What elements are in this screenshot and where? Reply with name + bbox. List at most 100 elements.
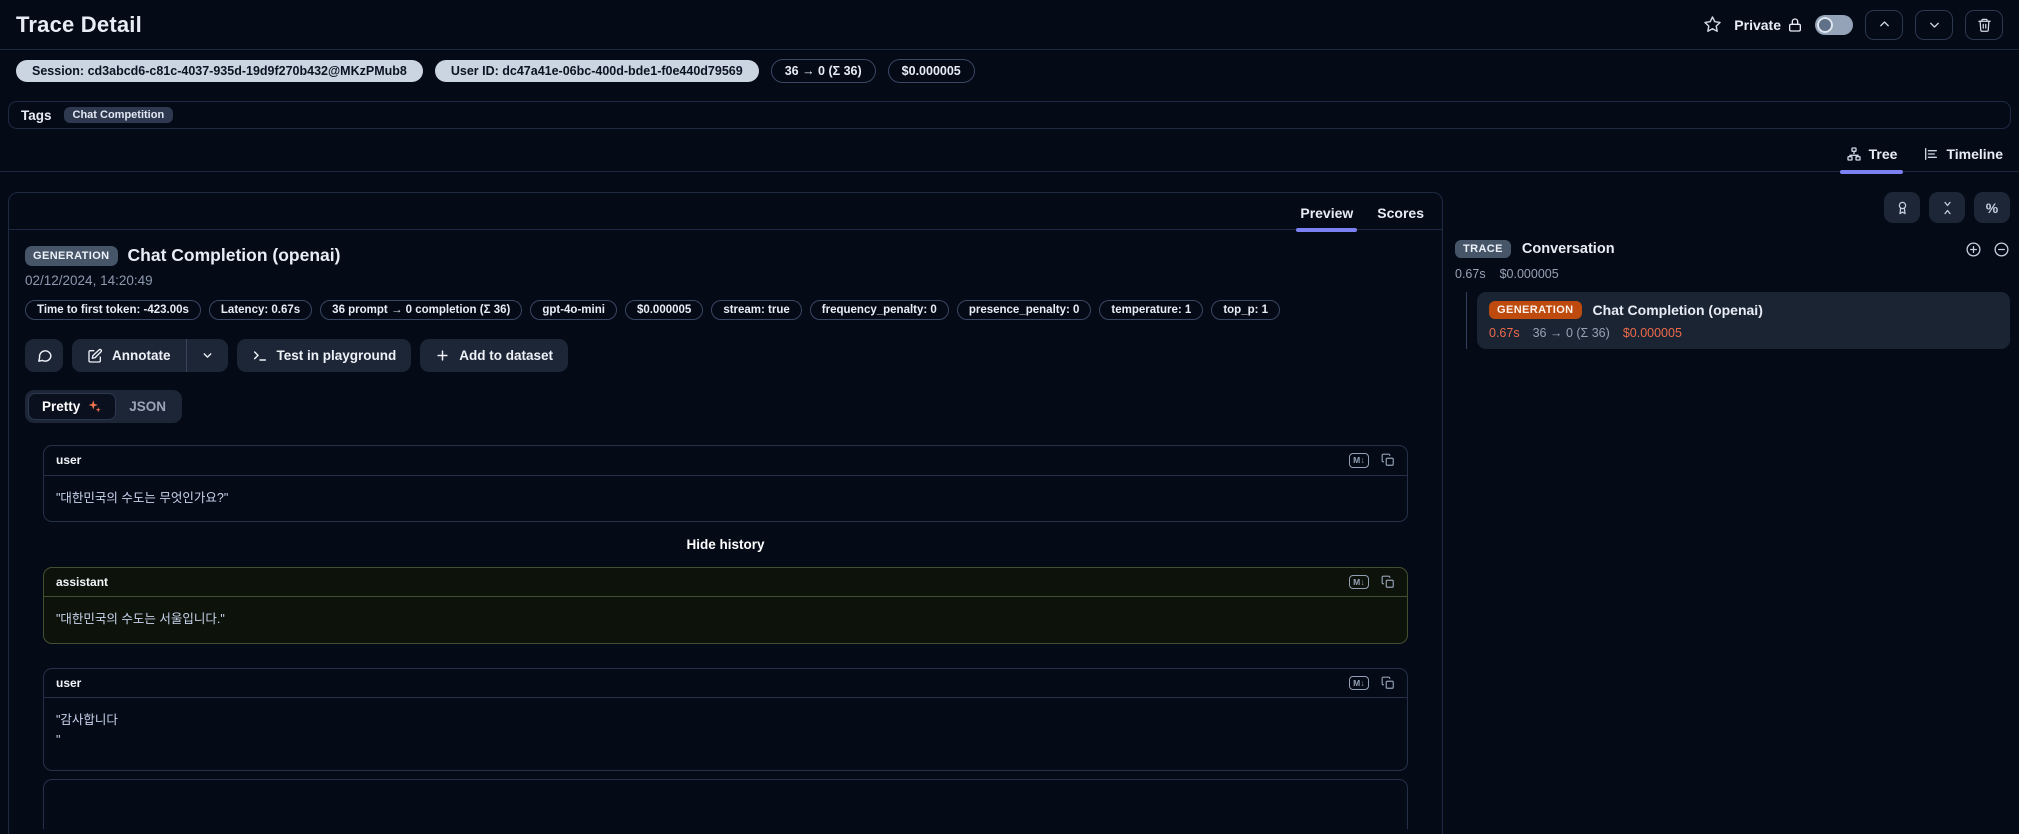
session-badge[interactable]: Session: cd3abcd6-c81c-4037-935d-19d9f27… (16, 60, 423, 82)
observation-body: GENERATION Chat Completion (openai) 02/1… (9, 230, 1442, 830)
badge-model: gpt-4o-mini (530, 300, 617, 320)
badge-frequency-penalty: frequency_penalty: 0 (809, 300, 949, 320)
token-usage-badge: 36 → 0 (Σ 36) (770, 59, 876, 83)
tag-chip[interactable]: Chat Competition (63, 107, 174, 123)
tab-tree[interactable]: Tree (1839, 146, 1904, 174)
message-tools: M↓ (1349, 574, 1395, 590)
message-role: user (56, 676, 82, 690)
delete-trace-button[interactable] (1965, 9, 2003, 40)
message-content: "대한민국의 수도는 무엇인가요?" (56, 490, 229, 505)
observation-actions: Annotate Test in playground Add to datas… (25, 339, 1422, 372)
message-role: user (56, 453, 82, 468)
copy-icon[interactable] (1381, 453, 1395, 467)
chevron-up-icon (1877, 17, 1892, 32)
trace-type-badge: TRACE (1455, 240, 1511, 258)
expand-all-icon[interactable] (1965, 241, 1982, 258)
tab-pretty[interactable]: Pretty (28, 393, 117, 420)
page-header: Trace Detail Private (0, 0, 2019, 50)
chevron-down-icon (1927, 17, 1942, 32)
tree-branch: GENERATION Chat Completion (openai) 0.67… (1466, 292, 2010, 349)
tab-json[interactable]: JSON (116, 394, 179, 419)
award-icon (1895, 200, 1910, 216)
messages-list: user M↓ "대한민국의 수도는 무엇인가요?" Hide history … (25, 445, 1422, 830)
user-id-badge[interactable]: User ID: dc47a41e-06bc-400d-bde1-f0e440d… (434, 60, 759, 82)
message-user-2: user M↓ "감사합니다 " (43, 667, 1408, 772)
panel-tabs: Preview Scores (9, 193, 1442, 232)
tab-preview[interactable]: Preview (1296, 205, 1358, 232)
test-in-playground-button[interactable]: Test in playground (236, 339, 412, 372)
badge-top-p: top_p: 1 (1211, 300, 1281, 320)
tab-scores[interactable]: Scores (1377, 205, 1424, 221)
annotate-dropdown-button[interactable] (186, 339, 228, 372)
tags-label: Tags (21, 107, 52, 123)
trace-title: Conversation (1521, 241, 1615, 257)
message-user-1: user M↓ "대한민국의 수도는 무엇인가요?" (43, 445, 1408, 522)
main-content: Preview Scores GENERATION Chat Completio… (0, 192, 2019, 834)
privacy-label: Private (1734, 17, 1803, 33)
trace-detail-page: Trace Detail Private Session: cd3abcd6-c… (0, 0, 2019, 834)
markdown-toggle-icon[interactable]: M↓ (1349, 675, 1369, 691)
generation-title: Chat Completion (openai) (1592, 302, 1763, 318)
cost-badge: $0.000005 (887, 59, 975, 83)
copy-icon[interactable] (1381, 676, 1395, 690)
generation-metrics: 0.67s 36 → 0 (Σ 36) $0.000005 (1489, 326, 1998, 340)
badge-token-breakdown: 36 prompt → 0 completion (Σ 36) (320, 300, 523, 320)
observation-title: Chat Completion (openai) (127, 245, 341, 265)
format-tabs: Pretty JSON (25, 390, 183, 423)
message-tools: M↓ (1349, 675, 1395, 691)
lock-icon (1787, 17, 1803, 33)
trace-metrics: 0.67s $0.000005 (1455, 267, 2010, 281)
tags-editor[interactable]: Tags Chat Competition (8, 101, 2011, 129)
plus-icon (435, 348, 450, 363)
trace-meta-row: Session: cd3abcd6-c81c-4037-935d-19d9f27… (8, 50, 2019, 91)
generation-latency: 0.67s (1489, 326, 1520, 340)
next-trace-button[interactable] (1915, 9, 1953, 40)
trace-root-node[interactable]: TRACE Conversation (1455, 240, 2010, 258)
pen-square-icon (87, 348, 103, 364)
comment-icon (36, 347, 53, 364)
chevron-down-icon (201, 349, 214, 362)
sparkles-icon (87, 399, 102, 414)
collapse-all-button[interactable] (1929, 192, 1965, 223)
generation-node[interactable]: GENERATION Chat Completion (openai) 0.67… (1477, 292, 2010, 349)
generation-type-badge: GENERATION (1489, 301, 1582, 319)
markdown-toggle-icon[interactable]: M↓ (1349, 574, 1369, 590)
header-actions: Private (1703, 9, 2003, 40)
tree-toolbar: % (1455, 192, 2010, 223)
toggle-knob (1817, 16, 1833, 33)
generation-tokens: 36 → 0 (Σ 36) (1532, 326, 1610, 340)
add-to-dataset-button[interactable]: Add to dataset (420, 339, 569, 372)
next-section-partial (43, 779, 1408, 830)
badge-cost: $0.000005 (624, 300, 704, 320)
trace-latency: 0.67s (1455, 267, 1486, 281)
prev-trace-button[interactable] (1865, 9, 1903, 40)
copy-icon[interactable] (1381, 575, 1395, 589)
message-role: assistant (56, 575, 109, 590)
scores-toggle-button[interactable] (1884, 192, 1920, 223)
message-assistant: assistant M↓ "대한민국의 수도는 서울입니다." (43, 566, 1408, 644)
tree-icon (1846, 146, 1862, 162)
message-content: "대한민국의 수도는 서울입니다." (56, 612, 225, 627)
generation-cost: $0.000005 (1622, 326, 1682, 340)
hide-history-link[interactable]: Hide history (43, 537, 1408, 552)
page-title: Trace Detail (16, 11, 142, 37)
badge-latency: Latency: 0.67s (208, 300, 313, 320)
collapse-node-icon[interactable] (1993, 241, 2010, 258)
message-tools: M↓ (1349, 453, 1395, 468)
tab-timeline[interactable]: Timeline (1923, 146, 2003, 162)
star-icon[interactable] (1703, 15, 1722, 34)
annotate-button[interactable]: Annotate (72, 339, 186, 372)
privacy-toggle[interactable] (1815, 14, 1853, 35)
observation-header: GENERATION Chat Completion (openai) (25, 245, 1422, 266)
annotate-split-button: Annotate (72, 339, 228, 372)
message-header: user M↓ (44, 446, 1407, 476)
badge-temperature: temperature: 1 (1099, 300, 1204, 320)
comment-button[interactable] (25, 339, 63, 372)
message-content: "감사합니다 " (56, 713, 118, 747)
metrics-toggle-button[interactable]: % (1974, 192, 2010, 223)
observation-type-badge: GENERATION (25, 245, 118, 266)
badge-stream: stream: true (711, 300, 802, 320)
percent-icon: % (1985, 199, 1999, 216)
observation-timestamp: 02/12/2024, 14:20:49 (25, 273, 153, 288)
markdown-toggle-icon[interactable]: M↓ (1349, 453, 1369, 468)
